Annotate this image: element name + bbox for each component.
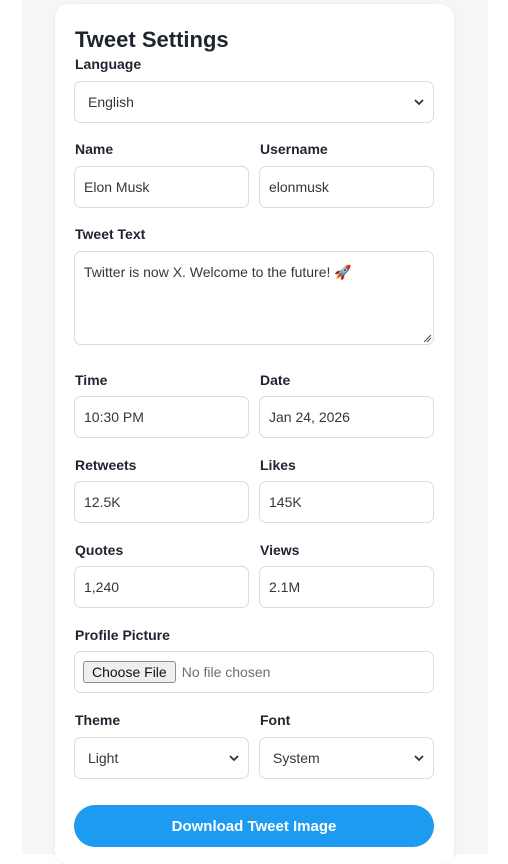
username-input[interactable] [259,166,434,208]
profile-picture-label: Profile Picture [75,627,170,643]
date-label: Date [260,372,291,388]
tweet-text-label: Tweet Text [75,226,146,242]
language-select-value: English [88,94,134,110]
time-input[interactable] [74,396,249,438]
chevron-down-icon [414,99,424,106]
choose-file-button[interactable]: Choose File [83,661,176,683]
font-select-value: System [273,750,320,766]
profile-picture-file-input[interactable]: Choose File No file chosen [74,651,434,693]
theme-label: Theme [75,712,121,728]
font-label: Font [260,712,291,728]
time-label: Time [75,372,108,388]
page-title: Tweet Settings [75,27,229,52]
likes-label: Likes [260,457,296,473]
language-label: Language [75,56,142,72]
resize-handle-icon[interactable] [422,333,432,343]
quotes-input[interactable] [74,566,249,608]
chevron-down-icon [414,755,424,762]
quotes-label: Quotes [75,542,124,558]
retweets-input[interactable] [74,481,249,523]
chevron-down-icon [229,755,239,762]
language-select[interactable]: English [74,81,434,123]
font-select[interactable]: System [259,737,434,779]
file-status-text: No file chosen [181,664,271,680]
tweet-text-input[interactable]: Twitter is now X. Welcome to the future!… [74,251,434,345]
name-label: Name [75,141,114,157]
likes-input[interactable] [259,481,434,523]
views-input[interactable] [259,566,434,608]
retweets-label: Retweets [75,457,137,473]
username-label: Username [260,141,328,157]
date-input[interactable] [259,396,434,438]
download-tweet-image-button[interactable]: Download Tweet Image [74,805,434,847]
theme-select-value: Light [88,750,119,766]
theme-select[interactable]: Light [74,737,249,779]
name-input[interactable] [74,166,249,208]
views-label: Views [260,542,300,558]
